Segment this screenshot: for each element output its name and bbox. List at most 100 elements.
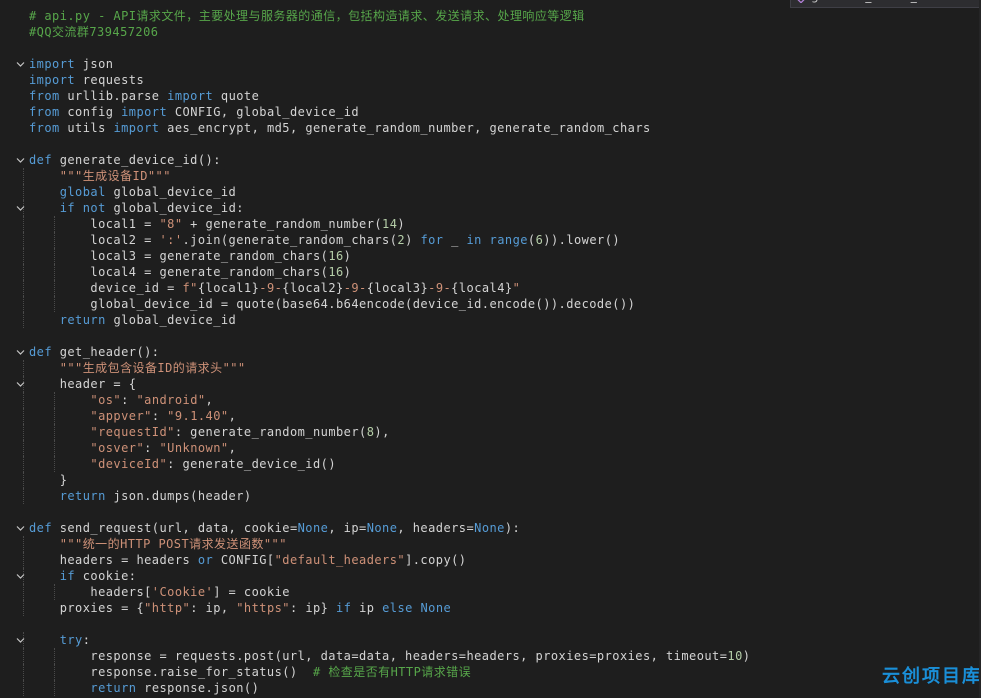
code-token: """生成包含设备ID的请求头""" <box>59 361 246 375</box>
code-text: global global_device_id <box>29 184 236 200</box>
code-line[interactable]: } <box>0 472 981 488</box>
code-token: import <box>121 105 168 119</box>
code-line[interactable]: global_device_id = quote(base64.b64encod… <box>0 296 981 312</box>
code-line[interactable]: """生成设备ID""" <box>0 168 981 184</box>
code-line[interactable]: response.raise_for_status() # 检查是否有HTTP请… <box>0 664 981 680</box>
code-line[interactable]: def send_request(url, data, cookie=None,… <box>0 520 981 536</box>
code-token: from <box>29 105 60 119</box>
code-line[interactable]: headers = headers or CONFIG["default_hea… <box>0 552 981 568</box>
code-token: global_device_id: <box>105 201 244 215</box>
code-text: return json.dumps(header) <box>29 488 252 504</box>
code-line[interactable]: local2 = ':'.join(generate_random_chars(… <box>0 232 981 248</box>
code-token: _ <box>443 233 467 247</box>
code-line[interactable]: return global_device_id <box>0 312 981 328</box>
fold-chevron-icon[interactable] <box>16 524 25 533</box>
code-text: headers['Cookie'] = cookie <box>29 584 290 600</box>
code-token: ].copy() <box>405 553 467 567</box>
code-token: local2 = <box>29 233 160 247</box>
code-token: : generate_device_id() <box>167 457 336 471</box>
code-token: else <box>382 601 413 615</box>
fold-chevron-icon[interactable] <box>16 348 25 357</box>
code-text: if cookie: <box>29 568 136 584</box>
code-line[interactable]: from utils import aes_encrypt, md5, gene… <box>0 120 981 136</box>
code-line[interactable]: from urllib.parse import quote <box>0 88 981 104</box>
code-token: proxies = { <box>29 601 145 615</box>
fold-chevron-icon[interactable] <box>16 204 25 213</box>
indent-guide <box>23 360 24 376</box>
code-editor[interactable]: # api.py - API请求文件，主要处理与服务器的通信，包括构造请求、发送… <box>0 0 981 698</box>
code-token: def <box>29 345 53 359</box>
code-token: "deviceId" <box>90 457 168 471</box>
code-line[interactable]: #QQ交流群739457206 <box>0 24 981 40</box>
code-line[interactable]: response = requests.post(url, data=data,… <box>0 648 981 664</box>
code-token: generate_device_id(): <box>52 153 221 167</box>
code-text: import json <box>29 56 113 72</box>
fold-chevron-icon[interactable] <box>16 156 25 165</box>
code-line[interactable]: "os": "android", <box>0 392 981 408</box>
code-line[interactable] <box>0 40 981 56</box>
code-line[interactable]: "requestId": generate_random_number(8), <box>0 424 981 440</box>
code-line[interactable] <box>0 328 981 344</box>
indent-guide <box>23 472 24 488</box>
code-token: headers[ <box>29 585 152 599</box>
code-line[interactable]: local4 = generate_random_chars(16) <box>0 264 981 280</box>
code-line[interactable]: "appver": "9.1.40", <box>0 408 981 424</box>
indent-guide <box>23 664 24 680</box>
code-token: in <box>466 233 482 247</box>
code-line[interactable]: device_id = f"{local1}-9-{local2}-9-{loc… <box>0 280 981 296</box>
code-token: requests <box>75 73 145 87</box>
code-token: ) <box>397 217 406 231</box>
code-line[interactable]: "osver": "Unknown", <box>0 440 981 456</box>
code-line[interactable]: headers['Cookie'] = cookie <box>0 584 981 600</box>
code-line[interactable]: if cookie: <box>0 568 981 584</box>
code-token: None <box>366 521 398 535</box>
indent-guide <box>23 680 24 696</box>
code-line[interactable]: from config import CONFIG, global_device… <box>0 104 981 120</box>
fold-chevron-icon[interactable] <box>16 572 25 581</box>
code-token: : generate_random_number( <box>174 425 367 439</box>
code-line[interactable]: try: <box>0 632 981 648</box>
code-text: "osver": "Unknown", <box>29 440 236 456</box>
code-text: if not global_device_id: <box>29 200 244 216</box>
code-text: global_device_id = quote(base64.b64encod… <box>29 296 635 312</box>
code-line[interactable]: proxies = {"http": ip, "https": ip} if i… <box>0 600 981 616</box>
code-token: "android" <box>136 393 206 407</box>
code-line[interactable]: local1 = "8" + generate_random_number(14… <box>0 216 981 232</box>
code-token: local1 = <box>29 217 160 231</box>
code-line[interactable]: return json.dumps(header) <box>0 488 981 504</box>
code-token: global <box>59 185 106 199</box>
code-line[interactable]: """生成包含设备ID的请求头""" <box>0 360 981 376</box>
code-line[interactable]: return response.json() <box>0 680 981 696</box>
code-line[interactable]: # api.py - API请求文件，主要处理与服务器的通信，包括构造请求、发送… <box>0 8 981 24</box>
code-text: def get_header(): <box>29 344 159 360</box>
code-token: not <box>82 201 106 215</box>
fold-chevron-icon[interactable] <box>16 60 25 69</box>
fold-chevron-icon[interactable] <box>16 636 25 645</box>
code-text: "os": "android", <box>29 392 213 408</box>
code-line[interactable]: "deviceId": generate_device_id() <box>0 456 981 472</box>
indent-guide <box>23 408 24 424</box>
code-token: : <box>121 393 137 407</box>
code-line[interactable]: import requests <box>0 72 981 88</box>
code-line[interactable]: global global_device_id <box>0 184 981 200</box>
code-line[interactable]: """统一的HTTP POST请求发送函数""" <box>0 536 981 552</box>
code-token: # api.py - API请求文件，主要处理与服务器的通信，包括构造请求、发送… <box>29 9 585 23</box>
code-line[interactable]: def get_header(): <box>0 344 981 360</box>
fold-chevron-icon[interactable] <box>16 380 25 389</box>
code-token: : ip, <box>190 601 237 615</box>
indent-guide <box>23 584 24 600</box>
code-line[interactable]: if not global_device_id: <box>0 200 981 216</box>
code-line[interactable]: header = { <box>0 376 981 392</box>
code-line[interactable] <box>0 136 981 152</box>
code-line[interactable]: local3 = generate_random_chars(16) <box>0 248 981 264</box>
code-line[interactable] <box>0 504 981 520</box>
code-line[interactable]: import json <box>0 56 981 72</box>
code-line[interactable]: def generate_device_id(): <box>0 152 981 168</box>
code-text: #QQ交流群739457206 <box>29 24 158 40</box>
tab-generate-device-id[interactable]: generate_device_id <box>790 0 981 8</box>
code-line[interactable] <box>0 616 981 632</box>
